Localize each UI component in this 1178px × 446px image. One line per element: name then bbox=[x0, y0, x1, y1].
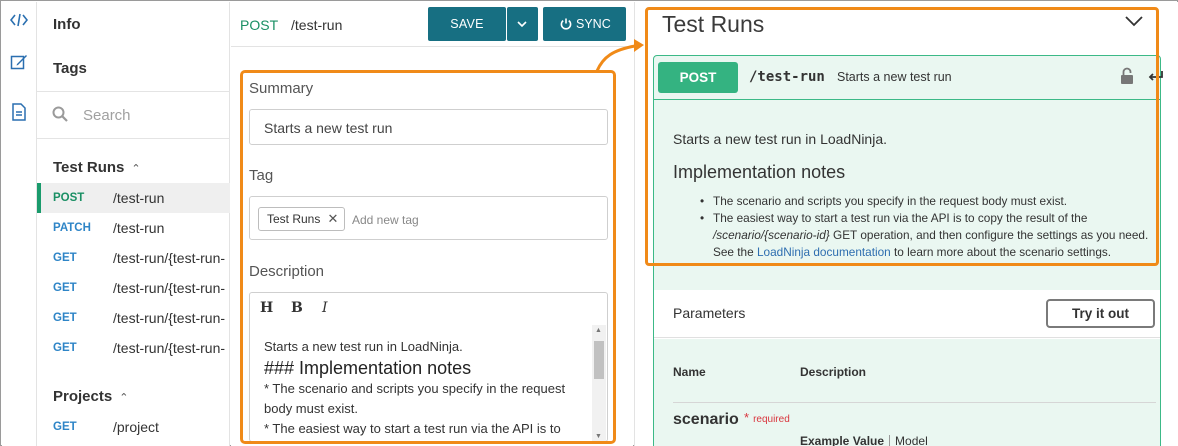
nav-group-test-runs[interactable]: Test Runs ⌃ bbox=[53, 159, 141, 176]
required-label: required bbox=[753, 414, 790, 425]
method-label: GET bbox=[53, 312, 77, 324]
parameters-header: Parameters Try it out bbox=[654, 290, 1160, 338]
method-label: GET bbox=[53, 342, 77, 354]
method-label: GET bbox=[53, 282, 77, 294]
required-star: * bbox=[744, 410, 750, 425]
divider bbox=[673, 402, 1156, 403]
op-path: /test-run/{test-run- bbox=[113, 250, 226, 266]
power-icon bbox=[560, 18, 572, 30]
save-button[interactable]: SAVE bbox=[428, 7, 506, 41]
op-path: /test-run bbox=[113, 190, 165, 206]
method-label: GET bbox=[53, 421, 77, 433]
group-title: Projects bbox=[53, 388, 113, 405]
chevron-down-icon bbox=[517, 21, 527, 27]
editor-path: /test-run bbox=[291, 17, 343, 33]
example-model-tabs: Example Value Model bbox=[800, 434, 928, 446]
nav-op-get-test-run[interactable]: GET /test-run/{test-run- bbox=[37, 303, 230, 333]
search-placeholder: Search bbox=[83, 107, 131, 124]
example-value-tab[interactable]: Example Value bbox=[800, 434, 884, 446]
column-header-name: Name bbox=[673, 365, 706, 379]
model-tab[interactable]: Model bbox=[895, 434, 928, 446]
method-label: GET bbox=[53, 252, 77, 264]
nav-op-get-test-run[interactable]: GET /test-run/{test-run- bbox=[37, 273, 230, 303]
nav-op-patch-test-run[interactable]: PATCH /test-run bbox=[37, 213, 230, 243]
op-path: /test-run/{test-run- bbox=[113, 280, 226, 296]
edit-icon[interactable] bbox=[9, 53, 29, 73]
column-header-description: Description bbox=[800, 365, 867, 379]
nav-op-get-project[interactable]: GET /project bbox=[37, 412, 230, 442]
search-input[interactable]: Search bbox=[37, 94, 230, 138]
editor-method: POST bbox=[240, 17, 279, 33]
navigation-panel: Info Tags Search Test Runs ⌃ POST /test-r… bbox=[37, 2, 230, 446]
nav-tags[interactable]: Tags bbox=[53, 60, 87, 77]
op-path: /project bbox=[113, 419, 159, 435]
nav-op-get-test-run[interactable]: GET /test-run/{test-run- bbox=[37, 333, 230, 363]
op-path: /test-run/{test-run- bbox=[113, 340, 226, 356]
documentation-panel: Test Runs POST /test-run Starts a new te… bbox=[634, 2, 1178, 446]
try-it-out-button[interactable]: Try it out bbox=[1046, 299, 1155, 328]
nav-group-projects[interactable]: Projects ⌃ bbox=[53, 388, 128, 405]
parameters-section: Parameters Try it out Name Description s… bbox=[654, 290, 1160, 446]
nav-info[interactable]: Info bbox=[53, 16, 81, 33]
document-icon[interactable] bbox=[9, 103, 29, 123]
divider bbox=[889, 435, 891, 446]
sync-label: SYNC bbox=[576, 17, 611, 31]
parameter-name: scenario bbox=[673, 411, 739, 428]
required-marker: * required bbox=[744, 410, 790, 425]
editor-toolbar: POST /test-run SAVE SYNC bbox=[231, 2, 633, 47]
divider bbox=[37, 138, 230, 139]
highlight-box bbox=[240, 70, 616, 444]
caret-up-icon: ⌃ bbox=[119, 392, 129, 404]
operation-editor: POST /test-run SAVE SYNC Summary Starts … bbox=[231, 2, 633, 446]
caret-up-icon: ⌃ bbox=[131, 163, 141, 175]
parameters-table: Name Description scenario * required Exam… bbox=[654, 339, 1160, 446]
search-icon bbox=[52, 106, 68, 122]
save-options-button[interactable] bbox=[507, 7, 538, 41]
method-label: POST bbox=[53, 192, 85, 204]
parameters-title: Parameters bbox=[673, 305, 746, 321]
method-label: PATCH bbox=[53, 222, 91, 234]
group-title: Test Runs bbox=[53, 159, 125, 176]
app-window: Info Tags Search Test Runs ⌃ POST /test-r… bbox=[0, 0, 1178, 446]
op-path: /test-run bbox=[113, 220, 165, 236]
highlight-box bbox=[645, 7, 1159, 266]
divider bbox=[37, 91, 230, 92]
nav-op-get-test-run[interactable]: GET /test-run/{test-run- bbox=[37, 243, 230, 273]
op-path: /test-run/{test-run- bbox=[113, 310, 226, 326]
code-icon[interactable] bbox=[9, 13, 29, 33]
icon-rail bbox=[2, 2, 37, 446]
nav-op-post-test-run[interactable]: POST /test-run bbox=[37, 183, 230, 213]
sync-button[interactable]: SYNC bbox=[543, 7, 626, 41]
